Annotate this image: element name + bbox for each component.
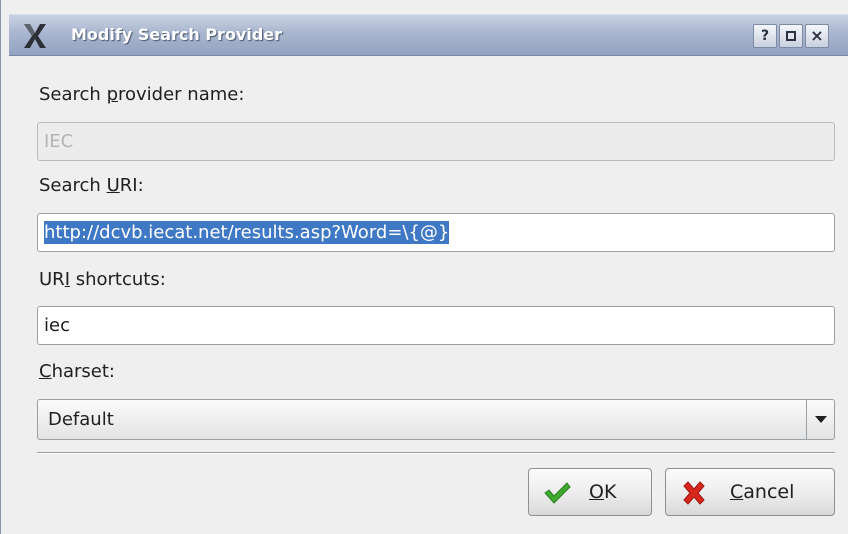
maximize-icon — [786, 31, 796, 41]
ok-label: OK — [589, 481, 617, 503]
chevron-down-icon — [814, 416, 827, 423]
uri-shortcuts-label: URI shortcuts: — [39, 269, 166, 290]
uri-shortcuts-value: iec — [44, 315, 70, 336]
cancel-button[interactable]: Cancel — [665, 468, 835, 516]
ok-button[interactable]: OK — [528, 468, 652, 516]
app-logo-icon — [24, 24, 46, 48]
charset-dropdown-button[interactable] — [806, 400, 834, 439]
uri-shortcuts-field[interactable]: iec — [37, 306, 835, 345]
charset-label: Charset: — [39, 361, 115, 382]
separator — [37, 452, 835, 454]
cancel-label: Cancel — [730, 481, 795, 503]
provider-name-value: IEC — [44, 131, 74, 152]
search-uri-value: http://dcvb.iecat.net/results.asp?Word=\… — [44, 221, 450, 244]
close-icon: × — [810, 26, 824, 45]
modify-search-provider-dialog: Modify Search Provider ? × Search provid… — [0, 0, 848, 534]
charset-selected-value: Default — [48, 409, 114, 430]
search-uri-field[interactable]: http://dcvb.iecat.net/results.asp?Word=\… — [37, 213, 835, 252]
close-button[interactable]: × — [805, 24, 829, 48]
charset-select[interactable]: Default — [37, 399, 835, 440]
window-title: Modify Search Provider — [71, 25, 283, 44]
x-icon — [683, 481, 705, 505]
help-button[interactable]: ? — [753, 24, 777, 48]
search-uri-label: Search URI: — [39, 175, 144, 196]
provider-name-field: IEC — [37, 122, 835, 161]
provider-name-label: Search provider name: — [39, 84, 245, 105]
title-bar[interactable]: Modify Search Provider ? × — [9, 14, 848, 56]
maximize-button[interactable] — [779, 24, 803, 48]
help-icon: ? — [760, 28, 770, 44]
check-icon — [544, 482, 571, 504]
